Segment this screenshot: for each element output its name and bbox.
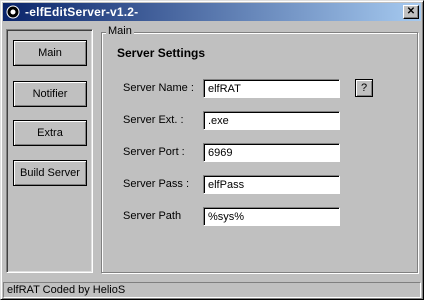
server-name-label: Server Name : [123, 82, 194, 94]
app-icon[interactable] [5, 4, 21, 20]
server-pass-label: Server Pass : [123, 178, 190, 190]
help-button[interactable]: ? [355, 79, 373, 97]
section-title: Server Settings [117, 46, 206, 60]
server-path-label: Server Path [123, 210, 182, 222]
notifier-button[interactable]: Notifier [13, 81, 87, 107]
close-icon: ✕ [406, 6, 416, 17]
server-port-input[interactable] [203, 143, 340, 162]
title-bar[interactable]: -elfEditServer-v1.2- ✕ [3, 3, 421, 21]
build-server-button[interactable]: Build Server [13, 160, 87, 186]
nav-panel: Main Notifier Extra Build Server [6, 29, 93, 273]
server-pass-input[interactable] [203, 175, 340, 194]
main-button[interactable]: Main [13, 40, 87, 66]
groupbox-caption: Main [106, 25, 134, 37]
window-title: -elfEditServer-v1.2- [25, 5, 139, 19]
server-ext-input[interactable] [203, 111, 340, 130]
extra-button[interactable]: Extra [13, 120, 87, 146]
server-port-label: Server Port : [123, 146, 185, 158]
app-window: -elfEditServer-v1.2- ✕ Main Notifier Ext… [0, 0, 424, 300]
status-bar: elfRAT Coded by HelioS [3, 282, 421, 298]
server-path-input[interactable] [203, 207, 340, 226]
server-ext-label: Server Ext. : [123, 114, 184, 126]
close-button[interactable]: ✕ [403, 5, 419, 19]
server-name-input[interactable] [203, 79, 340, 98]
